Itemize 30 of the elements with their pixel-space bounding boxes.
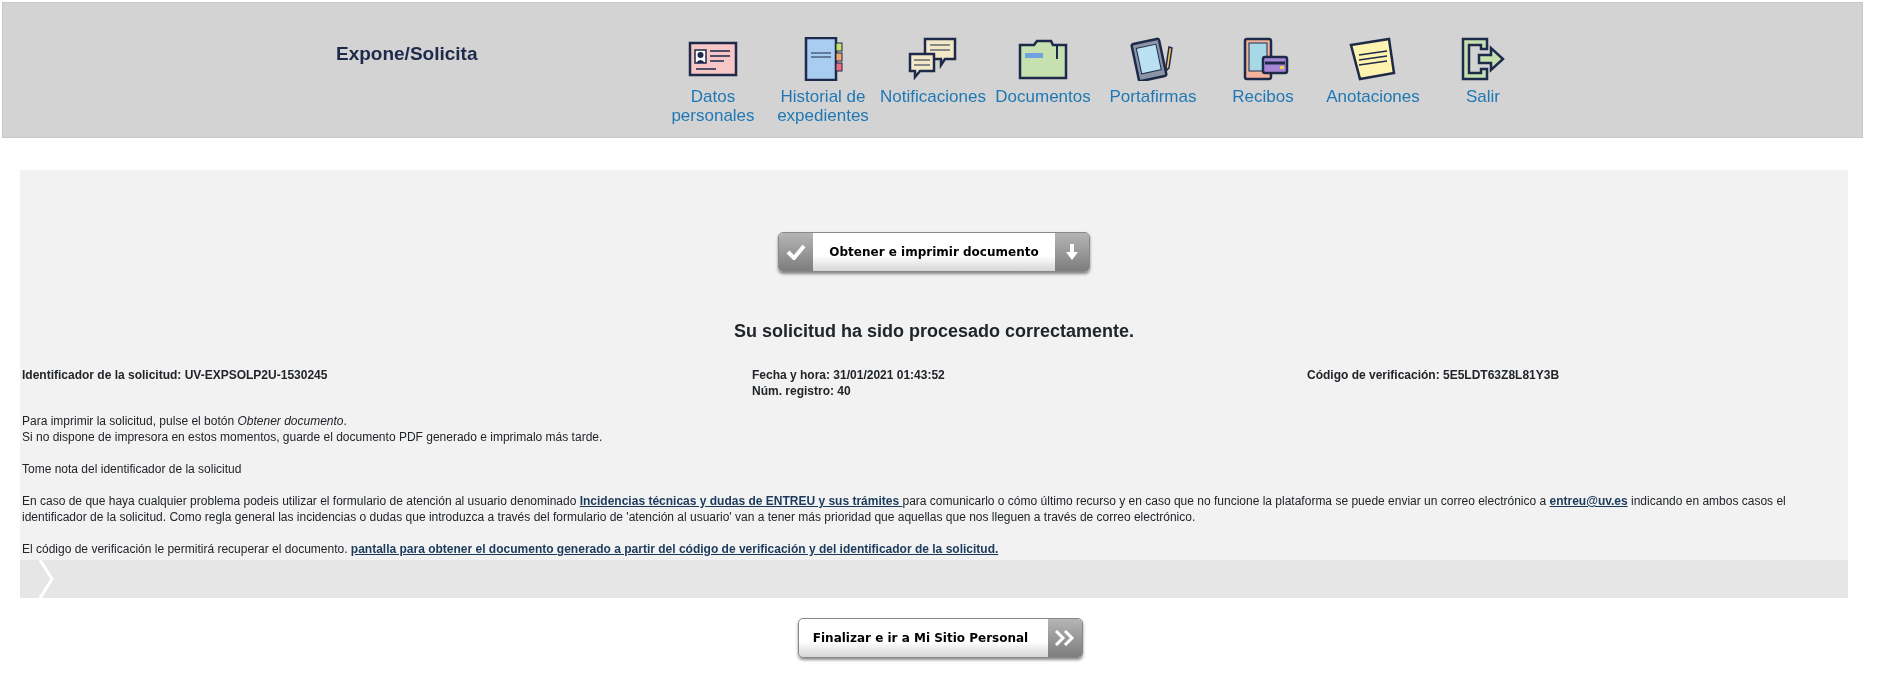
paragraph: Si no dispone de impresora en estos momentos, guarde el documento PDF generado e imprimalo más tarde. xyxy=(22,429,604,445)
nav-link[interactable]: Documentos xyxy=(988,37,1098,125)
check-icon xyxy=(786,244,807,260)
paragraph: Para imprimir la solicitud, pulse el botón Obtener documento. xyxy=(22,413,348,429)
nav-link[interactable]: Notificaciones xyxy=(878,37,988,125)
nav-link[interactable]: Anotaciones xyxy=(1318,37,1428,125)
nav-link[interactable]: Portafirmas xyxy=(1098,37,1208,125)
nav-link[interactable]: Salir xyxy=(1428,37,1538,125)
double-chevron-icon xyxy=(1054,630,1077,646)
info-text: Código de verificación: 5E5LDT63Z8L81Y3B xyxy=(1307,367,1561,383)
nav-link[interactable]: Datos personales xyxy=(658,37,768,125)
folder-icon xyxy=(1017,37,1069,81)
paragraph: En caso de que haya cualquier problema podeis utilizar el formulario de atención al usuario denominado Incidencias técnicas y dudas de ENTREU y sus trámites para comunicarlo o cómo último recurso y en caso que no funcione la plataforma se puede enviar un correo electrónico a entreu@uv.es indicando en ambos casos el identificador de la solicitud. Como regla general las incidencias o dudas que introduzca a través del formulario de 'atención al usuario' van a tener más prioridad que aquellas que nos lleguen a través de correo electrónico. xyxy=(22,493,1787,525)
print-document-button[interactable]: Obtener e imprimir documento xyxy=(778,232,1090,272)
nav-link[interactable]: Recibos xyxy=(1208,37,1318,125)
info-text: Identificador de la solicitud: UV-EXPSOLP2U-1530245 xyxy=(22,367,329,383)
chevron-icon xyxy=(38,560,56,598)
down-arrow-icon xyxy=(1065,244,1078,260)
link[interactable]: Incidencias técnicas y dudas de ENTREU y sus trámites xyxy=(579,494,903,508)
info-text: Fecha y hora: 31/01/2021 01:43:52 xyxy=(752,367,946,383)
link[interactable]: entreu@uv.es xyxy=(1549,494,1628,508)
chat-bubbles-icon xyxy=(907,37,959,81)
info-text: Núm. registro: 40 xyxy=(752,383,852,399)
paragraph: El código de verificación le permitirá recuperar el documento. pantalla para obtener el documento generado a partir del código de verificación y del identificador de la solicitud. xyxy=(22,541,1000,557)
link[interactable]: pantalla para obtener el documento generado a partir del código de verificación y del identificador de la solicitud. xyxy=(350,542,999,556)
success-heading: Su solicitud ha sido procesado correctamente. xyxy=(732,320,1136,343)
finish-button[interactable]: Finalizar e ir a Mi Sitio Personal xyxy=(797,618,1084,658)
paragraph: Tome nota del identificador de la solicitud xyxy=(22,461,243,477)
nav-link[interactable]: Historial de expedientes xyxy=(768,37,878,125)
page-title: Expone/Solicita xyxy=(336,42,478,66)
